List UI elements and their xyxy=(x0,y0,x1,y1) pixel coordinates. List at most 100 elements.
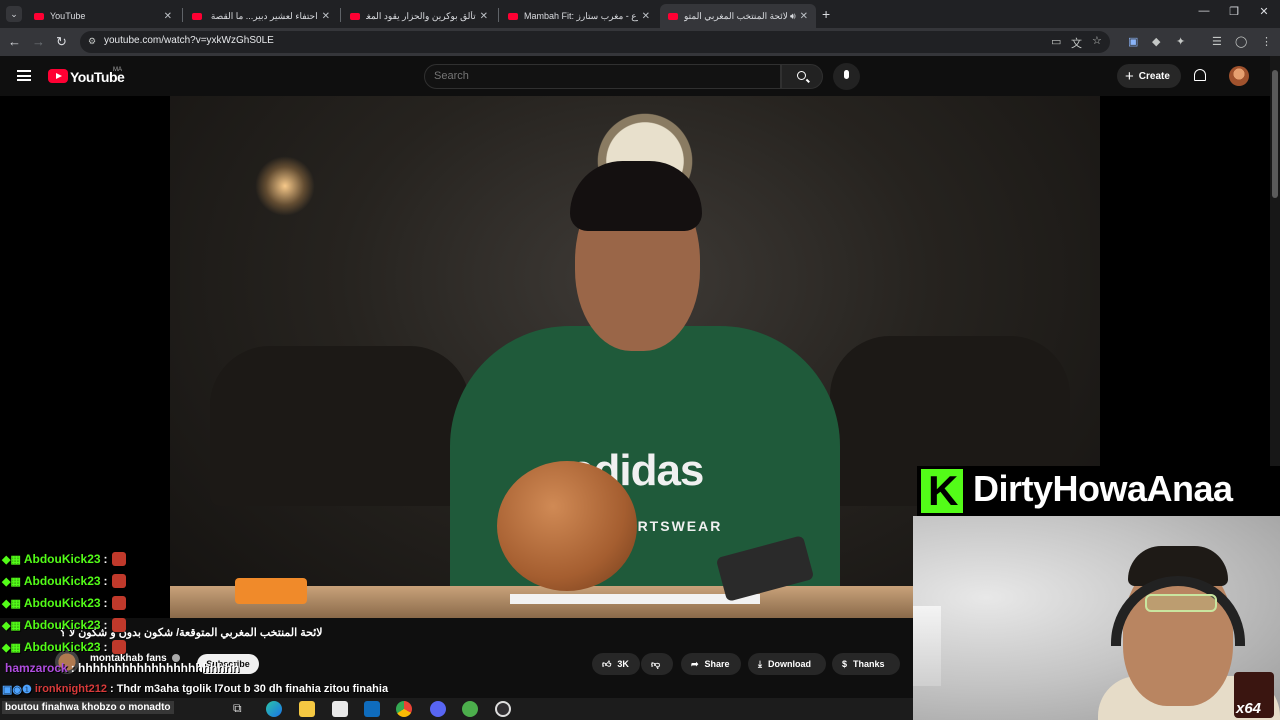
close-tab-icon[interactable]: ✕ xyxy=(164,11,172,22)
profile-icon[interactable]: ◯ xyxy=(1235,35,1247,48)
restore-button[interactable]: ❐ xyxy=(1222,5,1246,18)
orange-cup xyxy=(235,578,307,604)
site-info-icon[interactable]: ⚙ xyxy=(88,36,96,47)
file-explorer-icon[interactable] xyxy=(299,701,315,717)
webcam-lamp xyxy=(913,606,941,686)
url-text[interactable]: youtube.com/watch?v=yxkWzGhS0LE xyxy=(104,35,274,46)
create-button[interactable]: + Create xyxy=(1117,64,1181,88)
youtube-masthead: YouTube MA + Create xyxy=(0,56,1270,96)
chat-message: hamzarock : hhhhhhhhhhhhhhhhhhhhhh xyxy=(2,659,239,677)
user-avatar[interactable] xyxy=(1229,66,1249,86)
utorrent-icon[interactable] xyxy=(462,701,478,717)
obs-icon[interactable] xyxy=(495,701,511,717)
new-tab-button[interactable]: + xyxy=(822,6,830,22)
chat-emote-icon xyxy=(111,552,126,566)
browser-tab-5-active[interactable]: لائحة المنتخب المغربي المتو 🔊︎ ✕ xyxy=(660,4,816,28)
outlook-icon[interactable] xyxy=(364,701,380,717)
edge-icon[interactable] xyxy=(266,701,282,717)
chat-badge-icons: ◆▦ xyxy=(2,619,21,632)
search-input[interactable] xyxy=(434,70,764,82)
search-icon xyxy=(797,71,806,80)
browser-tab-2[interactable]: احتفاء لعشير دبير... ما القصة وهل ✕ xyxy=(184,4,338,28)
chrome-icon[interactable] xyxy=(396,701,412,717)
hamburger-menu-icon[interactable] xyxy=(17,70,31,81)
thanks-button[interactable]: $ Thanks xyxy=(832,653,900,675)
thanks-label: Thanks xyxy=(853,659,885,669)
voice-search-button[interactable] xyxy=(833,63,860,90)
youtube-logo-icon[interactable] xyxy=(48,69,68,83)
chat-message: ◆▦ AbdouKick23 : xyxy=(2,594,126,612)
background-sofa-left xyxy=(210,346,470,506)
tab-title: لائحة المنتخب المغربي المتو xyxy=(684,10,788,21)
close-tab-icon[interactable]: ✕ xyxy=(480,11,488,22)
like-button[interactable]: 👍︎ 3K xyxy=(592,653,640,675)
sub-multiplier: x64 xyxy=(1236,700,1262,717)
scrollbar-thumb[interactable] xyxy=(1272,70,1278,198)
browser-tab-strip: ⌄ YouTube ✕ احتفاء لعشير دبير... ما القص… xyxy=(0,0,1280,28)
close-window-button[interactable]: ✕ xyxy=(1252,5,1276,18)
chat-username: ironknight212 xyxy=(34,683,107,695)
close-tab-icon[interactable]: ✕ xyxy=(322,11,330,22)
close-tab-icon[interactable]: ✕ xyxy=(800,11,808,22)
paper-sheet xyxy=(510,594,760,604)
chat-emote-icon xyxy=(111,596,126,610)
back-icon[interactable]: ← xyxy=(8,34,21,49)
tab-title: احتفاء لعشير دبير... ما القصة وهل xyxy=(208,10,318,21)
chat-badge-icons: ▣◉❶ xyxy=(2,683,32,696)
chat-message: ◆▦ AbdouKick23 : xyxy=(2,638,126,656)
glasses xyxy=(1145,594,1217,612)
extension-icon[interactable]: ◆ xyxy=(1152,35,1160,48)
search-box[interactable] xyxy=(424,64,781,89)
share-button[interactable]: ➦ Share xyxy=(681,653,741,675)
thanks-icon: $ xyxy=(842,659,848,669)
menu-dots-icon[interactable]: ⋮ xyxy=(1261,35,1272,48)
background-lamp xyxy=(255,156,315,216)
dislike-button[interactable]: 👎︎ xyxy=(641,653,673,675)
youtube-favicon-icon xyxy=(192,12,202,20)
speaker-icon[interactable]: 🔊︎ xyxy=(790,11,796,22)
translate-extension-icon[interactable]: ▣ xyxy=(1128,35,1138,48)
tab-title: Mambah Fit: شارع - مغرب ستارز xyxy=(524,10,638,21)
download-icon: ⤓ xyxy=(758,658,762,669)
youtube-favicon-icon xyxy=(34,12,44,20)
tab-search-icon[interactable]: ⌄ xyxy=(6,6,22,22)
close-tab-icon[interactable]: ✕ xyxy=(642,11,650,22)
reload-icon[interactable]: ↻ xyxy=(56,34,67,50)
download-button[interactable]: ⤓ Download xyxy=(748,653,826,675)
chat-username: AbdouKick23 xyxy=(23,618,101,632)
translate-icon[interactable]: 文 xyxy=(1071,35,1082,51)
tab-title: YouTube xyxy=(50,11,86,21)
presenter-hair xyxy=(570,161,702,231)
chat-username: AbdouKick23 xyxy=(23,574,101,588)
chat-badge-icons: ◆▦ xyxy=(2,553,21,566)
youtube-favicon-icon xyxy=(350,12,360,20)
chat-badge-icons: ◆▦ xyxy=(2,597,21,610)
bookmark-star-icon[interactable]: ☆ xyxy=(1092,34,1102,47)
discord-icon[interactable] xyxy=(430,701,446,717)
puzzle-icon[interactable]: ✦ xyxy=(1176,35,1185,48)
chat-badge-icons: ◆▦ xyxy=(2,641,21,654)
youtube-favicon-icon xyxy=(508,12,518,20)
search-button[interactable] xyxy=(781,64,823,89)
browser-toolbar: ← → ↻ ⚙ youtube.com/watch?v=yxkWzGhS0LE … xyxy=(0,28,1280,56)
chat-message: ◆▦ AbdouKick23 : xyxy=(2,616,126,634)
browser-tab-4[interactable]: Mambah Fit: شارع - مغرب ستارز ✕ xyxy=(500,4,658,28)
install-icon[interactable]: ▭ xyxy=(1051,35,1061,48)
store-icon[interactable] xyxy=(332,701,348,717)
chat-username: AbdouKick23 xyxy=(23,596,101,610)
download-label: Download xyxy=(767,659,811,669)
chat-text: : xyxy=(103,574,108,588)
chat-text: : hhhhhhhhhhhhhhhhhhhhhh xyxy=(70,661,240,675)
browser-tab-1[interactable]: YouTube ✕ xyxy=(26,4,180,28)
address-bar[interactable]: ⚙ youtube.com/watch?v=yxkWzGhS0LE ▭ 文 ☆ xyxy=(80,31,1110,53)
chat-username: AbdouKick23 xyxy=(23,640,101,654)
chat-username: AbdouKick23 xyxy=(23,552,101,566)
minimize-button[interactable]: — xyxy=(1192,5,1216,17)
notifications-bell-icon[interactable] xyxy=(1194,69,1206,81)
reading-list-icon[interactable]: ☰ xyxy=(1212,35,1222,48)
browser-tab-3[interactable]: تألق بوكرين والحزار يقود المغرب ✕ xyxy=(342,4,496,28)
chat-text: : xyxy=(103,596,108,610)
forward-icon[interactable]: → xyxy=(32,34,45,49)
webcam-feed xyxy=(913,516,1280,720)
task-view-icon[interactable]: ⧉ xyxy=(233,701,242,716)
